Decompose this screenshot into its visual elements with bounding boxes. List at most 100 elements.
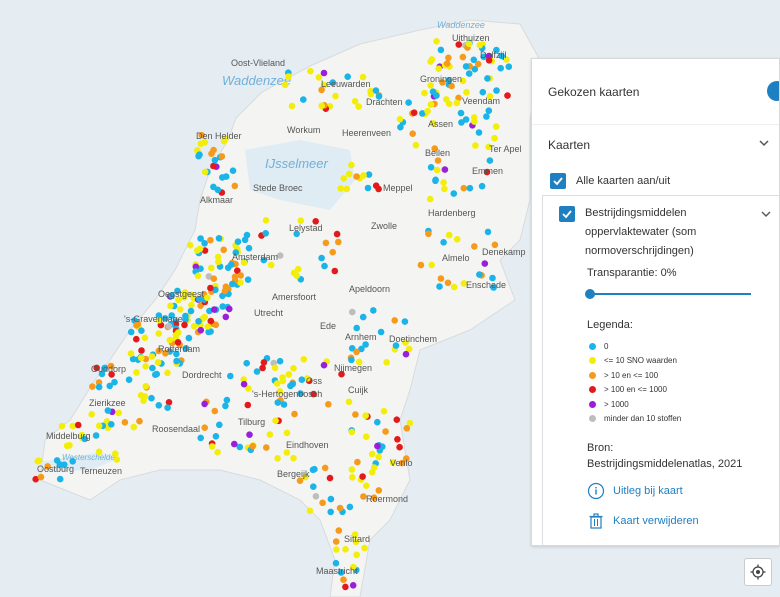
measurement-point[interactable] xyxy=(345,398,353,406)
measurement-point[interactable] xyxy=(450,283,458,291)
measurement-point[interactable] xyxy=(298,376,306,384)
measurement-point[interactable] xyxy=(359,473,366,480)
measurement-point[interactable] xyxy=(362,412,370,420)
measurement-point[interactable] xyxy=(332,538,340,545)
measurement-point[interactable] xyxy=(359,313,367,321)
measurement-point[interactable] xyxy=(290,365,297,372)
measurement-point[interactable] xyxy=(348,428,356,436)
measurement-point[interactable] xyxy=(127,350,135,357)
measurement-point[interactable] xyxy=(354,458,361,466)
measurement-point[interactable] xyxy=(201,168,209,176)
measurement-point[interactable] xyxy=(497,64,505,72)
measurement-point[interactable] xyxy=(465,70,473,77)
measurement-point[interactable] xyxy=(137,354,145,362)
measurement-point[interactable] xyxy=(437,46,445,54)
measurement-point[interactable] xyxy=(188,301,195,309)
measurement-point[interactable] xyxy=(335,238,342,246)
measurement-point[interactable] xyxy=(208,443,216,450)
measurement-point[interactable] xyxy=(56,475,64,483)
measurement-point[interactable] xyxy=(92,432,100,439)
measurement-point[interactable] xyxy=(234,238,242,245)
measurement-point[interactable] xyxy=(240,380,248,388)
measurement-point[interactable] xyxy=(311,465,318,473)
measurement-point[interactable] xyxy=(321,464,329,472)
measurement-point[interactable] xyxy=(471,243,478,250)
measurement-point[interactable] xyxy=(149,364,156,372)
measurement-point[interactable] xyxy=(195,318,202,325)
measurement-point[interactable] xyxy=(441,185,448,193)
measurement-point[interactable] xyxy=(307,67,314,75)
measurement-point[interactable] xyxy=(370,307,377,314)
measurement-point[interactable] xyxy=(368,450,376,458)
measurement-point[interactable] xyxy=(155,402,163,409)
measurement-point[interactable] xyxy=(437,275,445,282)
measurement-point[interactable] xyxy=(210,306,218,313)
measurement-point[interactable] xyxy=(483,113,490,120)
remove-map-link[interactable]: Kaart verwijderen xyxy=(587,512,779,530)
measurement-point[interactable] xyxy=(272,417,279,425)
measurement-point[interactable] xyxy=(318,254,325,262)
measurement-point[interactable] xyxy=(293,272,301,280)
measurement-point[interactable] xyxy=(210,275,218,283)
measurement-point[interactable] xyxy=(274,399,282,406)
measurement-point[interactable] xyxy=(214,448,221,456)
measurement-point[interactable] xyxy=(472,142,479,149)
measurement-point[interactable] xyxy=(326,474,334,482)
panel-header[interactable]: Gekozen kaarten xyxy=(532,59,779,125)
measurement-point[interactable] xyxy=(197,434,204,442)
measurement-point[interactable] xyxy=(89,383,96,390)
measurement-point[interactable] xyxy=(138,327,145,335)
measurement-point[interactable] xyxy=(231,182,239,190)
measurement-point[interactable] xyxy=(360,172,367,179)
measurement-point[interactable] xyxy=(427,58,434,65)
measurement-point[interactable] xyxy=(300,356,308,363)
measurement-point[interactable] xyxy=(349,308,356,316)
measurement-point[interactable] xyxy=(484,75,491,82)
measurement-point[interactable] xyxy=(429,88,437,95)
measurement-point[interactable] xyxy=(325,401,332,408)
measurement-point[interactable] xyxy=(221,287,229,295)
measurement-point[interactable] xyxy=(204,294,211,302)
all-maps-checkbox[interactable] xyxy=(550,173,566,189)
measurement-point[interactable] xyxy=(353,551,360,559)
measurement-point[interactable] xyxy=(130,423,138,431)
measurement-point[interactable] xyxy=(187,307,195,315)
measurement-point[interactable] xyxy=(164,404,171,412)
measurement-point[interactable] xyxy=(453,99,461,107)
measurement-point[interactable] xyxy=(486,157,494,164)
measurement-point[interactable] xyxy=(197,235,204,242)
measurement-point[interactable] xyxy=(353,348,360,356)
measurement-point[interactable] xyxy=(125,376,133,384)
measurement-point[interactable] xyxy=(383,359,390,366)
measurement-point[interactable] xyxy=(375,453,383,461)
measurement-point[interactable] xyxy=(218,153,226,160)
measurement-point[interactable] xyxy=(335,527,343,534)
explain-map-link[interactable]: Uitleg bij kaart xyxy=(587,482,779,500)
measurement-point[interactable] xyxy=(259,364,266,372)
measurement-point[interactable] xyxy=(491,134,498,142)
measurement-point[interactable] xyxy=(424,107,431,115)
measurement-point[interactable] xyxy=(453,236,461,243)
measurement-point[interactable] xyxy=(167,302,174,310)
measurement-point[interactable] xyxy=(433,38,440,45)
measurement-point[interactable] xyxy=(425,230,432,238)
measurement-point[interactable] xyxy=(479,88,487,96)
locate-button[interactable] xyxy=(744,558,772,586)
measurement-point[interactable] xyxy=(436,283,443,290)
measurement-point[interactable] xyxy=(216,421,223,429)
measurement-point[interactable] xyxy=(136,417,143,425)
measurement-point[interactable] xyxy=(166,336,174,344)
measurement-point[interactable] xyxy=(349,474,356,481)
measurement-point[interactable] xyxy=(177,306,184,313)
measurement-point[interactable] xyxy=(505,63,513,70)
measurement-point[interactable] xyxy=(372,182,380,189)
measurement-point[interactable] xyxy=(336,504,344,512)
measurement-point[interactable] xyxy=(443,96,450,103)
panel-toggle-icon[interactable] xyxy=(767,81,779,101)
measurement-point[interactable] xyxy=(141,334,149,342)
measurement-point[interactable] xyxy=(197,140,205,148)
measurement-point[interactable] xyxy=(445,54,452,62)
measurement-point[interactable] xyxy=(312,493,320,500)
measurement-point[interactable] xyxy=(207,284,214,292)
measurement-point[interactable] xyxy=(285,371,293,378)
